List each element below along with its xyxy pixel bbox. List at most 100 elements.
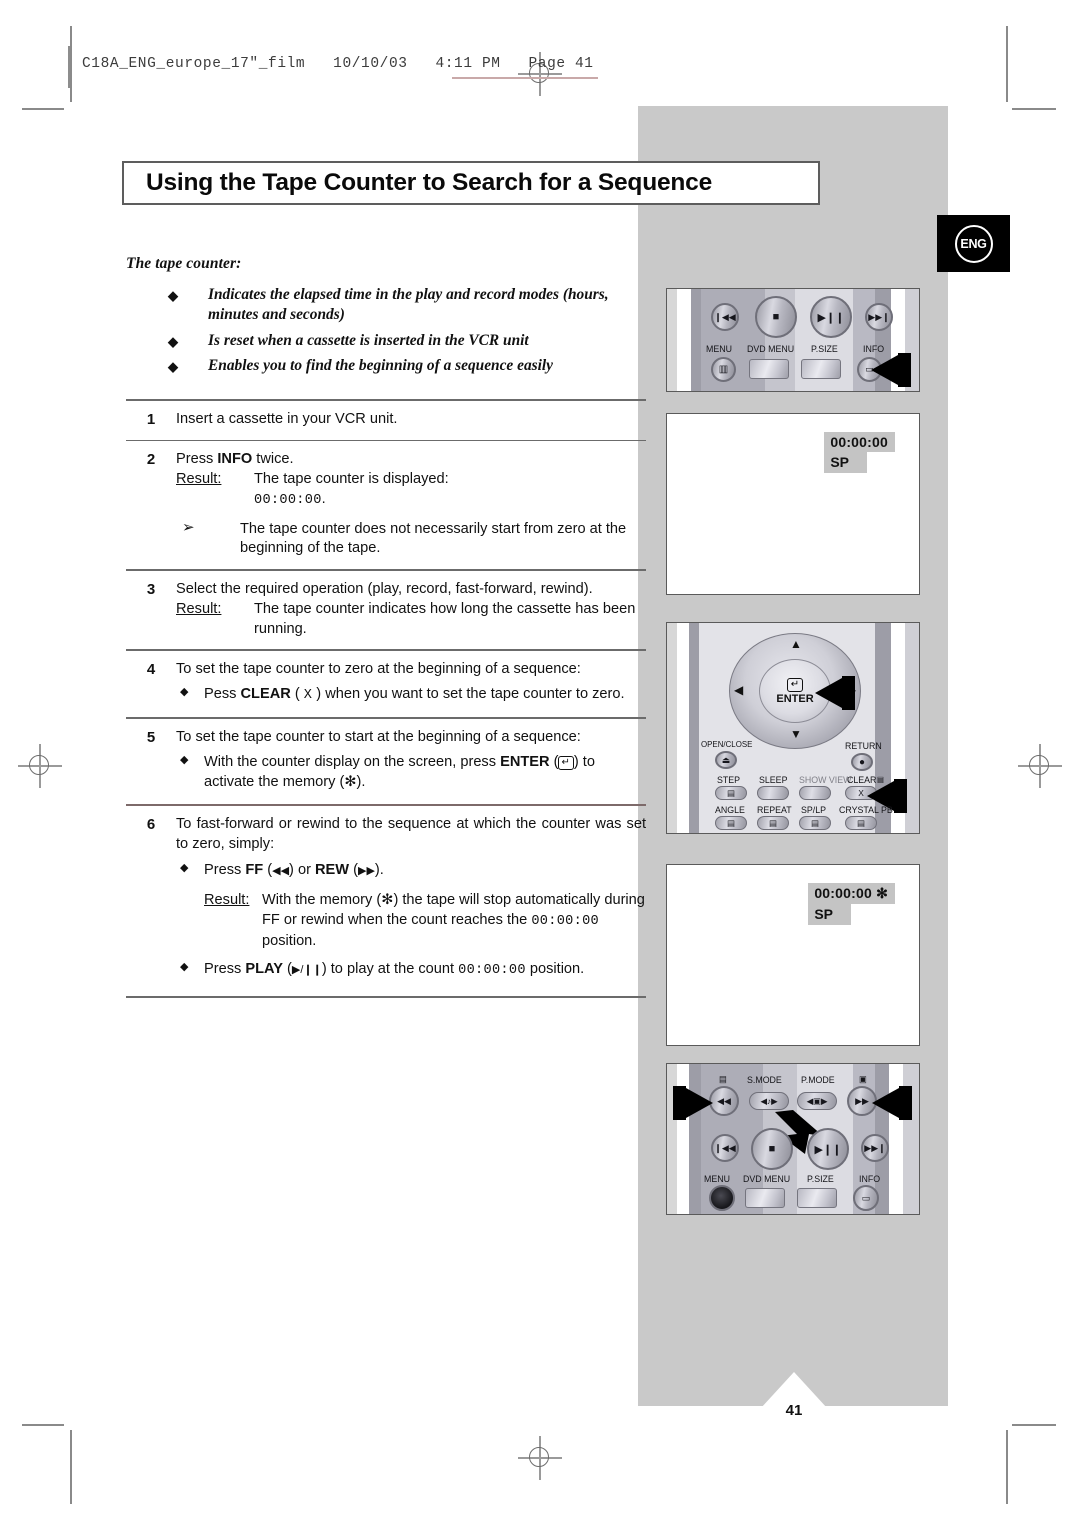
sp-lp-label: SP/LP [801, 805, 827, 816]
p-mode-button[interactable]: ◀▣▶ [797, 1092, 837, 1110]
show-view-button[interactable] [799, 786, 831, 800]
p-size-button[interactable] [801, 359, 841, 379]
angle-button[interactable]: ▤ [715, 816, 747, 830]
stop-button[interactable]: ■ [755, 296, 797, 338]
step-row: 4 To set the tape counter to zero at the… [126, 651, 646, 717]
intro-bullet-text: Enables you to find the beginning of a s… [208, 357, 554, 375]
memory-icon: ✻ [876, 885, 888, 901]
language-badge-label: ENG [954, 224, 993, 263]
intro-lead: The tape counter: [126, 255, 242, 272]
open-close-button[interactable]: ⏏ [715, 751, 737, 769]
list-item: ◆ Press FF (◀◀) or REW (▶▶). [180, 862, 384, 879]
result-label-text: Result: [176, 600, 222, 617]
counter-value: 00:00:00 [458, 962, 526, 978]
step-text: To set the tape counter to start at the … [176, 728, 581, 745]
repeat-label: REPEAT [757, 805, 792, 816]
step-number: 1 [146, 410, 156, 428]
step-bullet-list: ◆ Press PLAY (▶/❙❙) to play at the count … [176, 960, 646, 980]
arrow-left-icon[interactable]: ◀ [734, 683, 743, 697]
diamond-bullet-icon: ◆ [180, 753, 189, 766]
step-bullet-list: ◆ With the counter display on the screen,… [176, 753, 646, 793]
list-item: ◆ Press PLAY (▶/❙❙) to play at the count … [180, 960, 585, 978]
diamond-bullet-icon: ◆ [168, 288, 178, 303]
step-row: 5 To set the tape counter to start at th… [126, 719, 646, 805]
steps-table: 1 Insert a cassette in your VCR unit. 2 … [126, 398, 646, 998]
dvd-menu-button[interactable] [745, 1188, 785, 1208]
pointer-triangle-icon [872, 1088, 899, 1118]
result-label-text: Result: [176, 471, 222, 488]
play-pause-icon: ▶/❙❙ [291, 963, 322, 976]
key-name: ENTER [500, 753, 550, 770]
result-label: Result: [204, 891, 262, 951]
registration-mark-bottom [518, 1436, 562, 1480]
fast-forward-icon: ▶▶ [358, 865, 375, 878]
sleep-label: SLEEP [759, 775, 788, 786]
crystal-pb-label: CRYSTAL PB [839, 805, 893, 816]
step-row: 3 Select the required operation (play, r… [126, 571, 646, 650]
arrow-up-icon[interactable]: ▲ [790, 637, 802, 651]
remote-shade [667, 623, 677, 833]
note-text: The tape counter does not necessarily st… [240, 520, 627, 557]
osd-mode-value: SP [824, 452, 868, 473]
arrow-down-icon[interactable]: ▼ [790, 727, 802, 741]
menu-button[interactable]: ▥ [711, 357, 736, 382]
crop-mark-top-left-v [70, 26, 72, 102]
pointer-arrow-info [871, 353, 911, 387]
skip-back-button[interactable]: ❙◀◀ [711, 1134, 739, 1162]
dvd-menu-button[interactable] [749, 359, 789, 379]
result-period: . [321, 491, 326, 508]
return-button[interactable]: ● [851, 753, 873, 771]
pointer-arrow-fast-forward [872, 1086, 912, 1120]
skip-back-button[interactable]: ❙◀◀ [711, 303, 739, 331]
counter-value: 00:00:00 [254, 493, 322, 509]
s-mode-button[interactable]: ◀♪▶ [749, 1092, 789, 1110]
step-body: Insert a cassette in your VCR unit. [176, 410, 646, 430]
diamond-bullet-icon: ◆ [168, 333, 178, 349]
crystal-pb-button[interactable]: ▤ [845, 816, 877, 830]
remote-body: ▤ S.MODE P.MODE ▣ ◀◀ ◀♪▶ ◀▣▶ ▶▶ ❙◀◀ ■ ▶❙… [667, 1064, 919, 1214]
p-size-label: P.SIZE [807, 1174, 834, 1185]
rewind-button[interactable]: ◀◀ [709, 1086, 739, 1116]
key-name-ff: FF [245, 862, 264, 879]
step-row: 1 Insert a cassette in your VCR unit. [126, 401, 646, 440]
play-pause-button[interactable]: ▶❙❙ [810, 296, 852, 338]
step-button[interactable]: ▤ [715, 786, 747, 800]
osd-overlay: 00:00:00 SP [824, 432, 895, 473]
illustration-osd-counter: 00:00:00 SP [666, 413, 920, 595]
key-name-play: PLAY [245, 960, 283, 977]
p-size-button[interactable] [797, 1188, 837, 1208]
enter-label: ENTER [776, 692, 814, 705]
step-body: Press INFO twice. Result: The tape count… [176, 450, 646, 559]
key-name-rew: REW [315, 862, 350, 879]
menu-label: MENU [706, 344, 732, 355]
list-item: ◆ Indicates the elapsed time in the play … [168, 285, 646, 326]
result-text: The tape counter indicates how long the … [254, 600, 636, 637]
sp-lp-button[interactable]: ▤ [799, 816, 831, 830]
info-button[interactable]: ▭ [853, 1185, 879, 1211]
skip-forward-button[interactable]: ▶▶❙ [865, 303, 893, 331]
step-number: 4 [146, 660, 156, 678]
crop-mark-top-left-h [22, 108, 64, 110]
play-pause-button[interactable]: ▶❙❙ [807, 1128, 849, 1170]
diamond-bullet-icon: ◆ [168, 359, 178, 375]
skip-forward-button[interactable]: ▶▶❙ [861, 1134, 889, 1162]
remote-shade [677, 623, 689, 833]
list-item: ◆ With the counter display on the screen,… [180, 753, 595, 790]
crop-mark-top-right-v [1006, 26, 1008, 102]
language-badge: ENG [937, 215, 1010, 272]
menu-button[interactable] [709, 1185, 735, 1211]
repeat-button[interactable]: ▤ [757, 816, 789, 830]
step-text-pre: Press [176, 451, 218, 468]
step-label: STEP [717, 775, 741, 786]
intro-bullet-text: Is reset when a cassette is inserted in … [208, 331, 529, 349]
remote-shade [667, 289, 677, 391]
list-item: ◆ Is reset when a cassette is inserted in… [168, 331, 646, 351]
osd-mode-value: SP [808, 904, 851, 925]
osd-overlay: 00:00:00 ✻ SP [808, 883, 895, 925]
stop-button[interactable]: ■ [751, 1128, 793, 1170]
sleep-button[interactable] [757, 786, 789, 800]
step-number: 3 [146, 580, 156, 598]
crop-mark-bottom-right-v [1006, 1430, 1008, 1504]
info-label: INFO [859, 1174, 881, 1185]
diamond-bullet-icon: ◆ [180, 685, 189, 698]
